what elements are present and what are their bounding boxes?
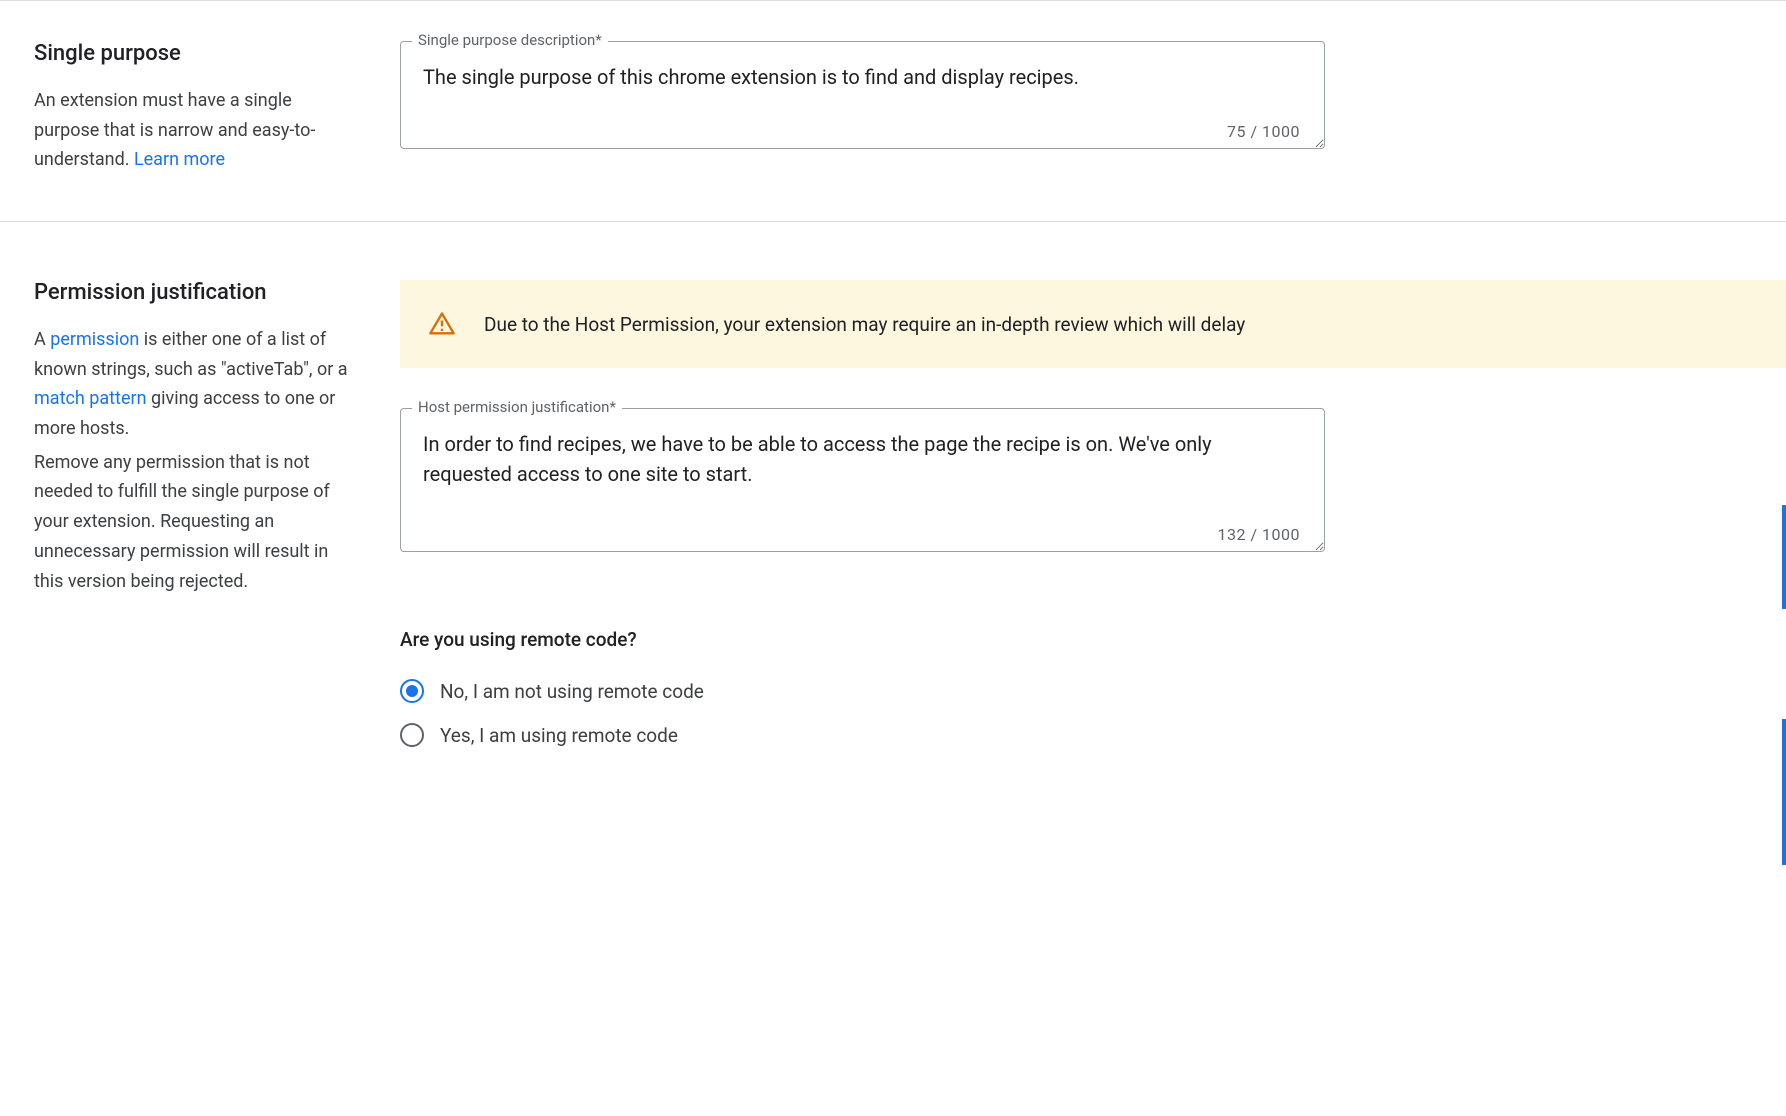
permission-justification-description: A permission is either one of a list of … bbox=[34, 325, 360, 444]
learn-more-link[interactable]: Learn more bbox=[134, 149, 225, 170]
change-indicator-bar bbox=[1782, 719, 1786, 865]
single-purpose-description: An extension must have a single purpose … bbox=[34, 86, 360, 175]
host-permission-textarea[interactable] bbox=[400, 408, 1325, 552]
host-permission-field: Host permission justification* 132 / 100… bbox=[400, 408, 1325, 556]
host-permission-field-label: Host permission justification* bbox=[412, 398, 622, 416]
single-purpose-field-label: Single purpose description* bbox=[412, 31, 608, 49]
permission-link[interactable]: permission bbox=[50, 329, 139, 350]
warning-text: Due to the Host Permission, your extensi… bbox=[484, 313, 1245, 336]
remote-code-no-label: No, I am not using remote code bbox=[440, 680, 704, 703]
permission-justification-heading: Permission justification bbox=[34, 280, 360, 305]
remote-code-question: Are you using remote code? bbox=[400, 628, 1786, 651]
warning-banner: Due to the Host Permission, your extensi… bbox=[400, 280, 1786, 368]
pj-desc-p1: A bbox=[34, 329, 50, 350]
match-pattern-link[interactable]: match pattern bbox=[34, 388, 147, 409]
warning-icon bbox=[428, 310, 456, 338]
single-purpose-textarea[interactable] bbox=[400, 41, 1325, 149]
pj-desc-para2: Remove any permission that is not needed… bbox=[34, 448, 360, 596]
radio-selected-icon bbox=[400, 679, 424, 703]
single-purpose-field: Single purpose description* 75 / 1000 bbox=[400, 41, 1325, 153]
remote-code-radio-group: No, I am not using remote code Yes, I am… bbox=[400, 679, 1786, 747]
remote-code-yes-option[interactable]: Yes, I am using remote code bbox=[400, 723, 1786, 747]
remote-code-no-option[interactable]: No, I am not using remote code bbox=[400, 679, 1786, 703]
single-purpose-heading: Single purpose bbox=[34, 41, 360, 66]
radio-unselected-icon bbox=[400, 723, 424, 747]
change-indicator-bar bbox=[1782, 505, 1786, 609]
remote-code-yes-label: Yes, I am using remote code bbox=[440, 724, 678, 747]
